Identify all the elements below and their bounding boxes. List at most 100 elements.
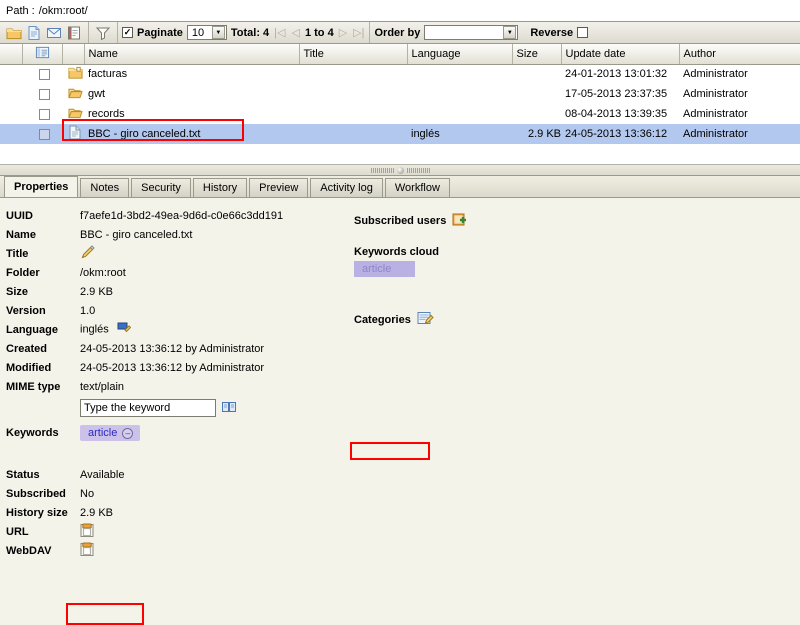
header-update-date[interactable]: Update date	[561, 44, 680, 65]
cell-language: inglés	[407, 124, 512, 144]
cell-author: Administrator	[683, 68, 748, 81]
reverse-checkbox[interactable]	[577, 27, 589, 38]
folder-closed-icon	[62, 64, 84, 84]
create-record-button[interactable]	[65, 24, 83, 42]
toolbar: ✓ Paginate 10 ▼ Total: 4 |◁ ◁ 1 to 4 ▷ ▷…	[0, 22, 800, 44]
version-value: 1.0	[80, 304, 96, 317]
categories-edit-icon[interactable]	[417, 311, 434, 329]
row-checkbox[interactable]	[38, 128, 50, 140]
tab-label: Workflow	[394, 182, 440, 194]
last-page-button[interactable]: ▷|	[352, 26, 365, 39]
tab-history[interactable]: History	[192, 178, 248, 197]
clipboard-icon[interactable]	[80, 542, 94, 560]
filter-group	[89, 22, 118, 43]
clipboard-icon[interactable]	[80, 523, 94, 541]
row-checkbox[interactable]	[38, 88, 50, 100]
order-by-select[interactable]: ▼	[424, 25, 519, 40]
panel-splitter[interactable]	[0, 164, 800, 176]
row-version: Version 1.0	[6, 301, 283, 320]
tab-workflow[interactable]: Workflow	[384, 178, 450, 197]
keyword-input[interactable]	[80, 399, 216, 417]
next-page-button[interactable]: ▷	[338, 26, 348, 39]
create-document-button[interactable]	[25, 24, 43, 42]
mime-type-value: text/plain	[80, 380, 125, 393]
cell-name[interactable]: records	[84, 104, 299, 124]
size-value: 2.9 KB	[80, 285, 114, 298]
row-keyword-input	[6, 396, 283, 420]
path-bar-label: Path :	[6, 4, 35, 17]
header-size[interactable]: Size	[512, 44, 562, 65]
row-checkbox[interactable]	[38, 68, 50, 80]
flag-edit-icon[interactable]	[116, 321, 132, 338]
keyword-chip[interactable]: article –	[80, 425, 141, 441]
table-row[interactable]: BBC - giro canceled.txt inglés 2.9 KB 24-05…	[0, 124, 800, 144]
create-mail-button[interactable]	[45, 24, 63, 42]
cell-update-date: 24-01-2013 13:01:32	[565, 68, 668, 81]
cell-name[interactable]: BBC - giro canceled.txt	[84, 124, 299, 144]
row-spacer-cell	[0, 84, 22, 104]
created-label: Created	[6, 342, 47, 355]
path-bar-value[interactable]: /okm:root/	[39, 5, 88, 17]
column-chooser-button[interactable]	[22, 44, 63, 65]
cell-size: 2.9 KB	[512, 124, 561, 144]
keywords-cloud-tags: article	[354, 261, 800, 277]
header-author[interactable]: Author	[679, 44, 800, 65]
uuid-value: f7aefe1d-3bd2-49ea-9d6d-c0e66c3dd191	[80, 209, 284, 222]
subscribed-users-label: Subscribed users	[354, 215, 447, 227]
row-checkbox-cell[interactable]	[22, 104, 62, 124]
filter-button[interactable]	[94, 24, 112, 42]
first-page-button[interactable]: |◁	[273, 26, 286, 39]
uuid-label: UUID	[6, 209, 33, 222]
create-folder-button[interactable]	[5, 24, 23, 42]
created-value: 24-05-2013 13:36:12 by Administrator	[80, 342, 265, 355]
row-checkbox-cell[interactable]	[22, 124, 62, 144]
row-checkbox[interactable]	[38, 108, 50, 120]
header-spacer	[0, 44, 23, 65]
header-name[interactable]: Name	[84, 44, 300, 65]
tab-security[interactable]: Security	[131, 178, 191, 197]
header-icon-col	[62, 44, 85, 65]
paginate-checkbox[interactable]: ✓	[122, 27, 133, 38]
text-file-icon	[62, 124, 84, 144]
tab-preview[interactable]: Preview	[249, 178, 309, 197]
order-by-label: Order by	[374, 26, 421, 39]
pencil-icon[interactable]	[80, 244, 97, 263]
row-created: Created 24-05-2013 13:36:12 by Administr…	[6, 339, 283, 358]
keyword-chip-label: article	[88, 427, 118, 439]
tab-notes[interactable]: Notes	[80, 178, 130, 197]
size-label: Size	[6, 285, 29, 298]
mime-type-label: MIME type	[6, 380, 61, 393]
row-checkbox-cell[interactable]	[22, 64, 62, 84]
cell-name[interactable]: gwt	[84, 84, 299, 104]
table-row[interactable]: records 08-04-2013 13:39:35 Administrator	[0, 104, 800, 124]
tab-label: Activity log	[320, 182, 373, 194]
cell-language	[407, 64, 512, 84]
row-folder: Folder /okm:root	[6, 263, 283, 282]
table-row[interactable]: facturas 24-01-2013 13:01:32 Administrator	[0, 64, 800, 84]
page-range-label: 1 to 4	[304, 26, 334, 39]
header-language[interactable]: Language	[407, 44, 513, 65]
keywords-cloud-tag[interactable]: article	[354, 261, 416, 277]
tab-activity-log[interactable]: Activity log	[310, 178, 383, 197]
history-size-value: 2.9 KB	[80, 506, 114, 519]
header-title[interactable]: Title	[299, 44, 408, 65]
subscribed-value: No	[80, 487, 95, 500]
tab-properties[interactable]: Properties	[4, 176, 79, 197]
row-spacer-cell	[0, 104, 22, 124]
table-row[interactable]: gwt 17-05-2013 23:37:35 Administrator	[0, 84, 800, 104]
property-tabs: Properties Notes Security History Preview Act…	[0, 176, 800, 198]
page-size-select[interactable]: 10 ▼	[186, 25, 227, 40]
cell-title	[299, 124, 407, 144]
cell-name[interactable]: facturas	[84, 64, 299, 84]
categories-label: Categories	[354, 314, 411, 326]
remove-circle-icon[interactable]: –	[122, 427, 134, 439]
add-user-icon[interactable]	[452, 212, 468, 230]
cell-title	[299, 64, 407, 84]
row-checkbox-cell[interactable]	[22, 84, 62, 104]
paginate-label: Paginate	[137, 26, 183, 39]
prev-page-button[interactable]: ◁	[290, 26, 300, 39]
row-uuid: UUID f7aefe1d-3bd2-49ea-9d6d-c0e66c3dd19…	[6, 206, 283, 225]
row-webdav: WebDAV	[6, 541, 283, 560]
thesaurus-book-icon[interactable]	[221, 400, 237, 417]
row-title: Title	[6, 244, 283, 263]
